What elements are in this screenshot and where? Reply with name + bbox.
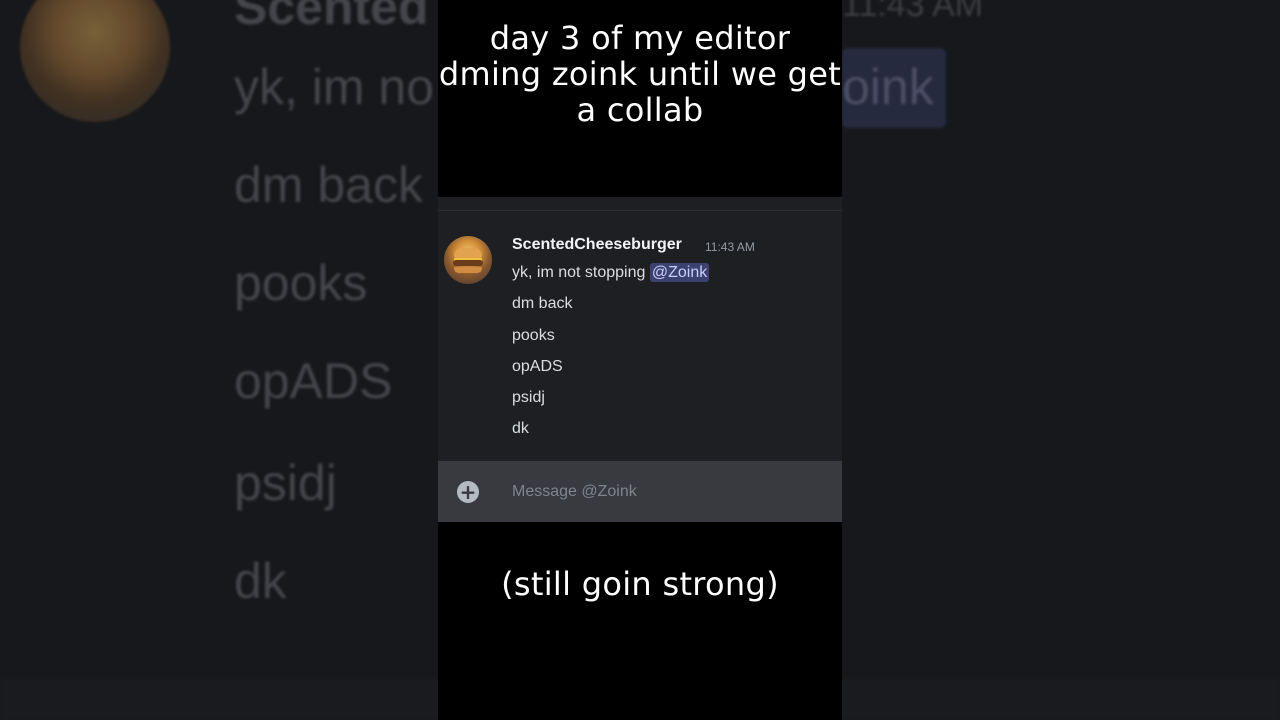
message-line: dk (512, 420, 529, 437)
background-mention: oink (842, 48, 946, 128)
bottom-caption: (still goin strong) (501, 565, 779, 603)
video-column: day 3 of my editor dming zoink until we … (438, 0, 842, 720)
user-mention[interactable]: @Zoink (649, 263, 710, 282)
background-avatar (20, 0, 170, 122)
message-text: yk, im not stopping (512, 264, 650, 281)
background-line: dk (234, 553, 287, 609)
background-timestamp: 11:43 AM (842, 0, 984, 24)
message-line: psidj (512, 389, 545, 406)
background-line: opADS (234, 353, 393, 409)
background-line: yk, im no (234, 59, 435, 115)
message-username[interactable]: ScentedCheeseburger (512, 236, 682, 254)
top-caption: day 3 of my editor dming zoink until we … (438, 19, 842, 129)
message-composer: + (438, 461, 842, 522)
message-input[interactable] (512, 479, 812, 505)
message-line: dm back (512, 295, 573, 312)
background-line: psidj (234, 455, 337, 511)
chat-panel: ScentedCheeseburger 11:43 AM yk, im not … (438, 197, 842, 461)
avatar[interactable] (444, 236, 492, 284)
message-timestamp: 11:43 AM (705, 240, 755, 254)
background-username: Scented (234, 0, 429, 35)
message-line: yk, im not stopping @Zoink (512, 263, 710, 282)
divider (438, 210, 842, 211)
background-line: pooks (234, 255, 368, 311)
plus-circle-icon[interactable]: + (457, 481, 479, 503)
message-line: pooks (512, 327, 555, 344)
message-line: opADS (512, 358, 563, 375)
background-line: dm back (234, 157, 423, 213)
